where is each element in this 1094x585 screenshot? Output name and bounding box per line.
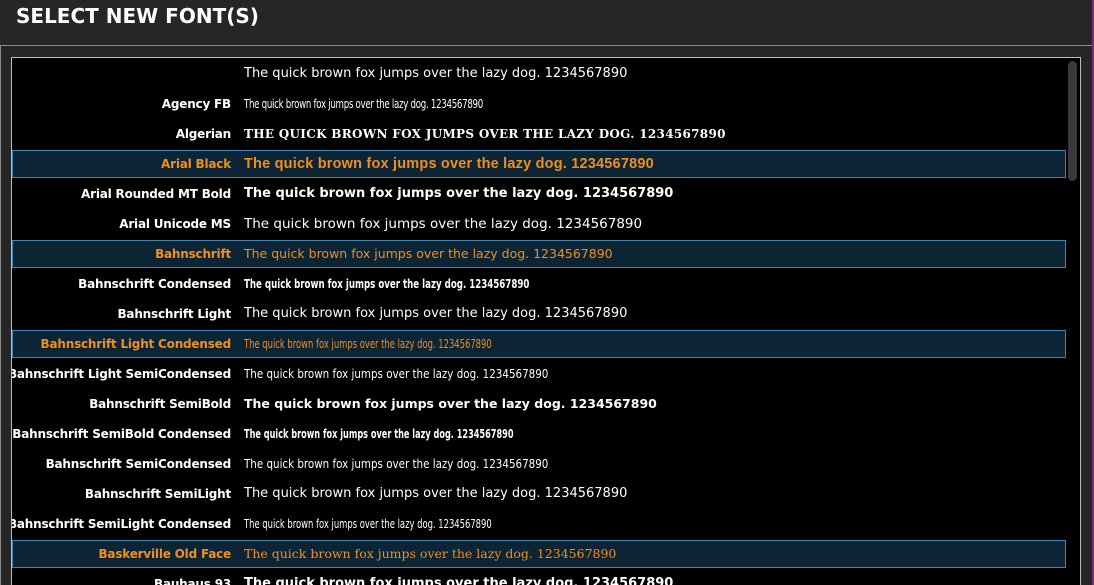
font-sample-text: The quick brown fox jumps over the lazy … [244,277,530,291]
font-list-panel: The quick brown fox jumps over the lazy … [11,57,1081,585]
font-list-item[interactable]: Agency FB The quick brown fox jumps over … [12,90,1066,118]
font-list-item[interactable]: Bahnschrift SemiLight Condensed The quick… [12,510,1066,538]
font-sample-text: The quick brown fox jumps over the lazy … [244,367,549,381]
font-sample-text: The quick brown fox jumps over the lazy … [244,576,674,585]
font-list-item[interactable]: Baskerville Old Face The quick brown fox … [12,540,1066,568]
font-list-item[interactable]: Bahnschrift Light The quick brown fox jum… [12,300,1066,328]
font-sample-text: The quick brown fox jumps over the lazy … [244,337,492,351]
font-name-label: Bahnschrift SemiBold [89,397,231,411]
font-list-item[interactable]: Arial Rounded MT Bold The quick brown fox… [12,180,1066,208]
font-sample-text: The quick brown fox jumps over the lazy … [244,66,628,81]
font-list-item[interactable]: Bahnschrift Condensed The quick brown fox… [12,270,1066,298]
font-name-label: Bahnschrift Condensed [78,277,231,291]
font-sample-text: The quick brown fox jumps over the lazy … [244,97,483,111]
font-sample-text: The quick brown fox jumps over the lazy … [244,216,643,232]
font-name-label: Bahnschrift [155,247,231,261]
font-name-label: Baskerville Old Face [98,547,231,561]
font-name-label: Arial Unicode MS [119,217,231,231]
font-list-item[interactable]: Arial Unicode MS The quick brown fox jump… [12,210,1066,238]
font-list-item[interactable]: Bahnschrift SemiCondensed The quick brown… [12,450,1066,478]
font-sample-text: The quick brown fox jumps over the lazy … [244,427,514,441]
font-picker-window: SELECT NEW FONT(S) The quick brown fox j… [0,0,1094,585]
font-list-item[interactable]: Bahnschrift SemiBold Condensed The quick … [12,420,1066,448]
font-list-item[interactable]: Bahnschrift Light SemiCondensed The quick… [12,360,1066,388]
window-title: SELECT NEW FONT(S) [16,4,259,28]
font-sample-text: The quick brown fox jumps over the lazy … [244,127,726,141]
font-sample-text: The quick brown fox jumps over the lazy … [244,517,492,531]
font-name-label: Bahnschrift SemiLight Condensed [11,517,231,531]
window-left-border [0,46,1,585]
font-name-label: Bahnschrift SemiCondensed [45,457,232,471]
font-sample-text: The quick brown fox jumps over the lazy … [244,396,657,411]
font-sample-text: The quick brown fox jumps over the lazy … [244,246,613,261]
font-list-item[interactable]: Bahnschrift Light Condensed The quick bro… [12,330,1066,358]
font-name-label: Bahnschrift Light SemiCondensed [11,367,231,381]
font-name-label: Bahnschrift SemiLight [84,487,231,501]
font-sample-text: The quick brown fox jumps over the lazy … [244,486,628,501]
font-list-item[interactable]: Bahnschrift SemiBold The quick brown fox … [12,390,1066,418]
font-sample-text: The quick brown fox jumps over the lazy … [244,457,549,471]
font-name-label: Algerian [175,127,231,141]
font-list: The quick brown fox jumps over the lazy … [12,60,1066,585]
font-sample-text: The quick brown fox jumps over the lazy … [244,546,617,561]
font-name-label: Agency FB [161,97,231,111]
font-list-item[interactable]: Algerian The quick brown fox jumps over t… [12,120,1066,148]
scrollbar-thumb[interactable] [1068,61,1077,181]
font-name-label: Bahnschrift Light [117,307,231,321]
font-list-item[interactable]: The quick brown fox jumps over the lazy … [12,60,1066,88]
font-list-item[interactable]: Bauhaus 93 The quick brown fox jumps over… [12,570,1066,585]
font-sample-text: The quick brown fox jumps over the lazy … [244,306,628,321]
font-name-label: Bahnschrift Light Condensed [40,337,232,351]
font-name-label: Arial Rounded MT Bold [81,187,231,201]
font-list-item[interactable]: Bahnschrift SemiLight The quick brown fox… [12,480,1066,508]
font-sample-text: The quick brown fox jumps over the lazy … [244,186,674,201]
font-list-item[interactable]: Arial Black The quick brown fox jumps ove… [12,150,1066,178]
vertical-scrollbar[interactable] [1066,58,1080,585]
font-list-item[interactable]: Bahnschrift The quick brown fox jumps ove… [12,240,1066,268]
font-name-label: Arial Black [161,157,231,171]
font-sample-text: The quick brown fox jumps over the lazy … [244,156,654,172]
font-name-label: Bauhaus 93 [154,577,231,585]
title-bar: SELECT NEW FONT(S) [0,0,1092,46]
font-name-label: Bahnschrift SemiBold Condensed [12,427,231,441]
